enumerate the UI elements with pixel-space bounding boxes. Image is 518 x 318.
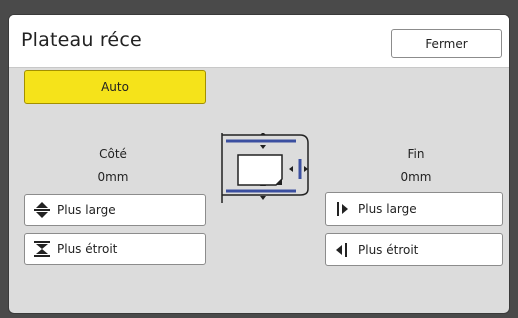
dialog-window: Plateau réce Fermer Auto Côté 0mm Fin 0m… bbox=[8, 14, 510, 314]
page-title: Plateau réce bbox=[21, 29, 142, 51]
close-button[interactable]: Fermer bbox=[391, 29, 502, 58]
arrow-right-bar-icon bbox=[337, 202, 348, 216]
cote-value: 0mm bbox=[97, 170, 129, 184]
collapse-vertical-icon bbox=[34, 241, 50, 257]
fin-label: Fin bbox=[407, 147, 425, 161]
fin-narrower-button[interactable]: Plus étroit bbox=[325, 233, 503, 266]
dialog-header: Plateau réce Fermer bbox=[9, 15, 509, 68]
fin-narrower-label: Plus étroit bbox=[358, 242, 419, 257]
fin-value: 0mm bbox=[400, 170, 432, 184]
cote-wider-button[interactable]: Plus large bbox=[24, 194, 206, 226]
cote-narrower-label: Plus étroit bbox=[57, 242, 118, 256]
paper-guide-diagram-icon bbox=[221, 133, 309, 203]
arrow-left-bar-icon bbox=[336, 242, 347, 257]
fin-wider-button[interactable]: Plus large bbox=[325, 192, 503, 226]
auto-button[interactable]: Auto bbox=[24, 70, 206, 104]
cote-narrower-button[interactable]: Plus étroit bbox=[24, 233, 206, 265]
expand-vertical-icon bbox=[34, 202, 50, 218]
cote-label: Côté bbox=[99, 147, 127, 161]
cote-wider-label: Plus large bbox=[57, 203, 116, 217]
fin-wider-label: Plus large bbox=[358, 202, 417, 216]
